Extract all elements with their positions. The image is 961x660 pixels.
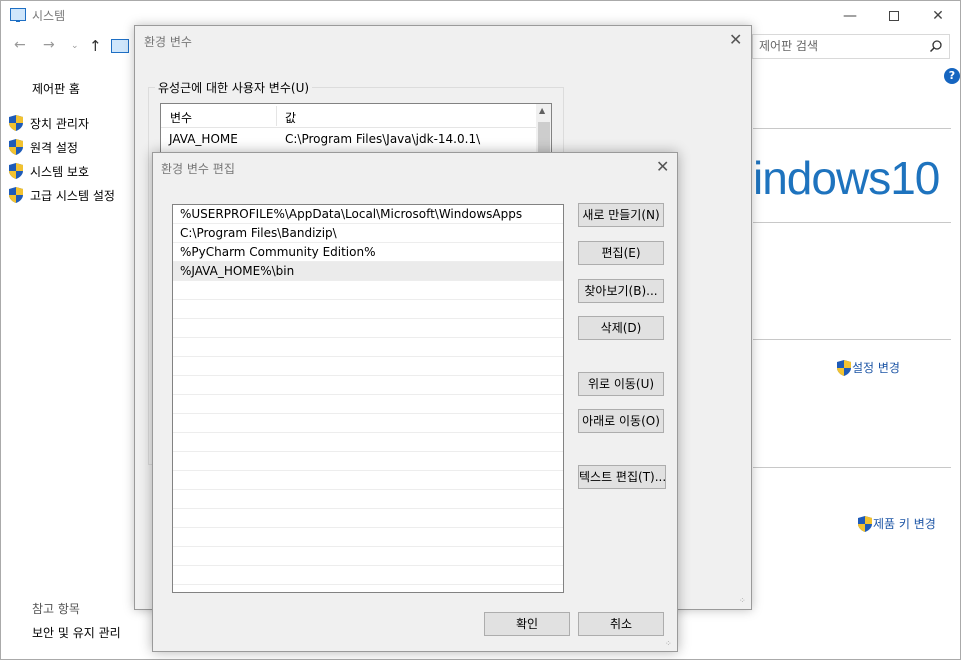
help-icon[interactable]: ? bbox=[944, 68, 960, 84]
shield-icon bbox=[9, 115, 23, 131]
variable-name: JAVA_HOME bbox=[169, 132, 238, 146]
table-row[interactable]: JAVA_HOME C:\Program Files\Java\jdk-14.0… bbox=[161, 132, 536, 150]
search-icon[interactable] bbox=[929, 39, 943, 53]
minimize-button[interactable]: — bbox=[827, 5, 873, 27]
empty-row bbox=[173, 319, 563, 338]
empty-row bbox=[173, 338, 563, 357]
system-app-icon bbox=[10, 8, 26, 22]
change-settings-label: 설정 변경 bbox=[852, 361, 900, 375]
divider bbox=[753, 222, 951, 223]
system-protection-label: 시스템 보호 bbox=[30, 164, 90, 179]
ok-button[interactable]: 확인 bbox=[484, 612, 570, 636]
move-up-button[interactable]: 위로 이동(U) bbox=[578, 372, 664, 396]
remote-settings-link[interactable]: 원격 설정 bbox=[9, 137, 78, 157]
empty-row bbox=[173, 490, 563, 509]
divider bbox=[753, 467, 951, 468]
maximize-button[interactable] bbox=[871, 5, 917, 27]
empty-row bbox=[173, 433, 563, 452]
list-item[interactable]: %USERPROFILE%\AppData\Local\Microsoft\Wi… bbox=[173, 205, 563, 224]
delete-button[interactable]: 삭제(D) bbox=[578, 316, 664, 340]
close-button[interactable]: ✕ bbox=[915, 5, 961, 27]
window-title: 시스템 bbox=[32, 9, 66, 23]
maximize-icon bbox=[889, 11, 899, 21]
list-item[interactable]: C:\Program Files\Bandizip\ bbox=[173, 224, 563, 243]
divider bbox=[753, 339, 951, 340]
close-icon[interactable]: ✕ bbox=[729, 30, 742, 49]
column-header-variable[interactable]: 변수 bbox=[170, 109, 192, 126]
empty-row bbox=[173, 452, 563, 471]
shield-icon bbox=[9, 139, 23, 155]
empty-row bbox=[173, 414, 563, 433]
empty-row bbox=[173, 357, 563, 376]
list-header: 변수 값 bbox=[161, 104, 536, 128]
empty-row bbox=[173, 566, 563, 585]
advanced-settings-link[interactable]: 고급 시스템 설정 bbox=[9, 185, 115, 205]
empty-row bbox=[173, 509, 563, 528]
shield-icon bbox=[9, 163, 23, 179]
see-also-heading: 참고 항목 bbox=[32, 602, 80, 616]
variable-value: C:\Program Files\Java\jdk-14.0.1\ bbox=[285, 132, 481, 146]
column-header-value[interactable]: 값 bbox=[285, 109, 296, 126]
edit-button[interactable]: 편집(E) bbox=[578, 241, 664, 265]
change-settings-link[interactable]: 설정 변경 bbox=[837, 359, 900, 376]
empty-row bbox=[173, 471, 563, 490]
left-pane: 제어판 홈 장치 관리자 원격 설정 시스템 보호 고급 시스템 설정 참고 항… bbox=[1, 61, 141, 651]
move-down-button[interactable]: 아래로 이동(O) bbox=[578, 409, 664, 433]
search-input[interactable] bbox=[759, 35, 929, 57]
dialog-title: 환경 변수 편집 bbox=[161, 162, 235, 176]
empty-row bbox=[173, 547, 563, 566]
scroll-up-icon[interactable]: ▲ bbox=[539, 106, 545, 115]
column-separator[interactable] bbox=[276, 106, 277, 126]
advanced-settings-label: 고급 시스템 설정 bbox=[30, 188, 115, 203]
shield-icon bbox=[9, 187, 23, 203]
up-arrow-icon[interactable]: ↑ bbox=[89, 37, 102, 55]
system-protection-link[interactable]: 시스템 보호 bbox=[9, 161, 89, 181]
change-product-key-label: 제품 키 변경 bbox=[873, 517, 936, 531]
edit-environment-variable-dialog: 환경 변수 편집 ✕ %USERPROFILE%\AppData\Local\M… bbox=[152, 152, 678, 652]
user-variables-label: 유성근에 대한 사용자 변수(U) bbox=[155, 79, 313, 96]
empty-row bbox=[173, 281, 563, 300]
address-bar-icon[interactable] bbox=[111, 39, 129, 53]
cancel-button[interactable]: 취소 bbox=[578, 612, 664, 636]
list-item[interactable]: %PyCharm Community Edition% bbox=[173, 243, 563, 262]
windows-logo-text: indows10 bbox=[753, 152, 940, 204]
empty-row bbox=[173, 376, 563, 395]
device-manager-link[interactable]: 장치 관리자 bbox=[9, 113, 89, 133]
remote-settings-label: 원격 설정 bbox=[30, 140, 78, 155]
path-list[interactable]: %USERPROFILE%\AppData\Local\Microsoft\Wi… bbox=[172, 204, 564, 593]
security-maintenance-link[interactable]: 보안 및 유지 관리 bbox=[32, 624, 121, 641]
browse-button[interactable]: 찾아보기(B)... bbox=[578, 279, 664, 303]
edit-text-button[interactable]: 텍스트 편집(T)... bbox=[578, 465, 666, 489]
resize-grip-icon[interactable]: ⁘ bbox=[739, 596, 749, 606]
forward-arrow-icon[interactable]: → bbox=[43, 37, 55, 53]
recent-dropdown-icon[interactable]: ⌄ bbox=[71, 41, 79, 51]
shield-icon bbox=[858, 515, 872, 532]
empty-row bbox=[173, 300, 563, 319]
search-box[interactable] bbox=[752, 34, 950, 59]
new-button[interactable]: 새로 만들기(N) bbox=[578, 203, 664, 227]
control-panel-home-link[interactable]: 제어판 홈 bbox=[32, 80, 80, 97]
empty-row bbox=[173, 528, 563, 547]
resize-grip-icon[interactable]: ⁘ bbox=[665, 639, 675, 649]
device-manager-label: 장치 관리자 bbox=[30, 116, 90, 131]
back-arrow-icon[interactable]: ← bbox=[14, 37, 26, 53]
close-icon[interactable]: ✕ bbox=[656, 157, 669, 176]
empty-row bbox=[173, 395, 563, 414]
divider bbox=[753, 128, 951, 129]
change-product-key-link[interactable]: 제품 키 변경 bbox=[858, 515, 936, 532]
dialog-title: 환경 변수 bbox=[144, 35, 192, 49]
list-item-selected[interactable]: %JAVA_HOME%\bin bbox=[173, 262, 563, 281]
shield-icon bbox=[837, 359, 851, 376]
